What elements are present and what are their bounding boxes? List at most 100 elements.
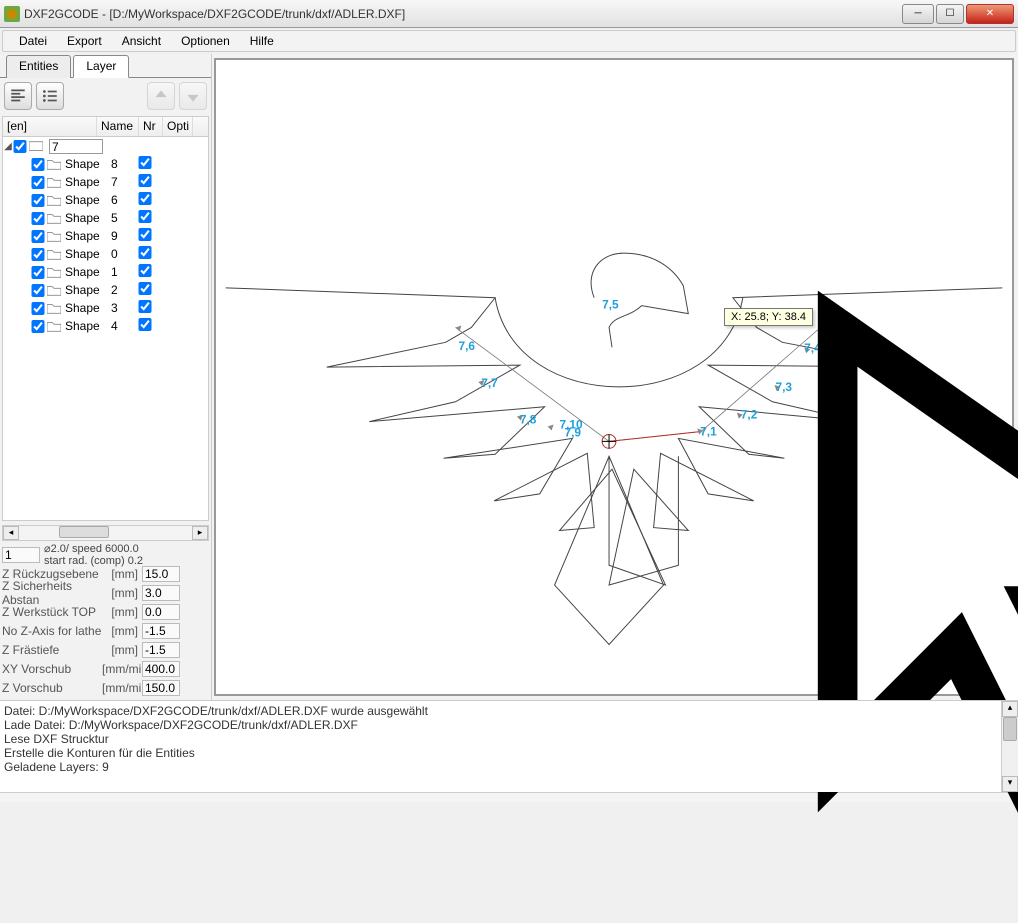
tree-shape-row[interactable]: Shape3 — [3, 299, 208, 317]
svg-text:7,7: 7,7 — [481, 376, 498, 390]
menu-ansicht[interactable]: Ansicht — [112, 32, 171, 50]
menu-datei[interactable]: Datei — [9, 32, 57, 50]
shape-opt-checkbox[interactable] — [138, 210, 152, 223]
folder-icon — [45, 248, 63, 260]
scroll-left-icon[interactable]: ◂ — [3, 526, 19, 540]
svg-text:7,1: 7,1 — [700, 424, 717, 438]
shape-tree[interactable]: [en] Name Nr Opti ◢ 7 Shape8Shape7Shape6… — [2, 116, 209, 521]
tree-horizontal-scrollbar[interactable]: ◂ ▸ — [2, 525, 209, 541]
scroll-right-icon[interactable]: ▸ — [192, 526, 208, 540]
shape-name: Shape — [63, 157, 109, 171]
window-title: DXF2GCODE - [D:/MyWorkspace/DXF2GCODE/tr… — [24, 7, 902, 21]
folder-icon — [45, 284, 63, 296]
scroll-up-icon[interactable]: ▴ — [1002, 701, 1018, 717]
tab-layer[interactable]: Layer — [73, 55, 129, 78]
no-lathe-input[interactable] — [142, 623, 180, 639]
move-up-icon[interactable] — [147, 82, 175, 110]
tree-header-name[interactable]: Name — [97, 117, 139, 136]
shape-name: Shape — [63, 247, 109, 261]
param-label: XY Vorschub — [2, 662, 102, 676]
log-vertical-scrollbar[interactable]: ▴ ▾ — [1001, 701, 1018, 792]
folder-icon — [45, 158, 63, 170]
bullet-list-icon[interactable] — [36, 82, 64, 110]
z-retract-input[interactable] — [142, 566, 180, 582]
shape-enable-checkbox[interactable] — [31, 302, 45, 315]
tree-shape-row[interactable]: Shape0 — [3, 245, 208, 263]
drawing-canvas[interactable]: 7,5 7,6 7,7 7,8 7,10 7,9 7,1 7,2 7,3 7,4… — [214, 58, 1014, 696]
menu-optionen[interactable]: Optionen — [171, 32, 240, 50]
svg-text:7,9: 7,9 — [564, 425, 581, 439]
tree-shape-row[interactable]: Shape4 — [3, 317, 208, 335]
folder-icon — [45, 176, 63, 188]
scroll-thumb[interactable] — [1003, 717, 1017, 741]
shape-enable-checkbox[interactable] — [31, 320, 45, 333]
shape-name: Shape — [63, 175, 109, 189]
shape-opt-checkbox[interactable] — [138, 228, 152, 241]
align-left-icon[interactable] — [4, 82, 32, 110]
log-text: Datei: D:/MyWorkspace/DXF2GCODE/trunk/dx… — [0, 701, 1018, 779]
scroll-down-icon[interactable]: ▾ — [1002, 776, 1018, 792]
shape-nr: 1 — [109, 265, 135, 279]
shape-opt-checkbox[interactable] — [138, 300, 152, 313]
tree-header-en[interactable]: [en] — [3, 117, 97, 136]
shape-opt-checkbox[interactable] — [138, 264, 152, 277]
shape-name: Shape — [63, 193, 109, 207]
tree-header-nr[interactable]: Nr — [139, 117, 163, 136]
shape-enable-checkbox[interactable] — [31, 158, 45, 171]
menu-export[interactable]: Export — [57, 32, 112, 50]
tree-shape-row[interactable]: Shape5 — [3, 209, 208, 227]
xy-feed-input[interactable] — [142, 661, 180, 677]
tree-root-row[interactable]: ◢ 7 — [3, 137, 208, 155]
menu-hilfe[interactable]: Hilfe — [240, 32, 284, 50]
tree-shape-row[interactable]: Shape2 — [3, 281, 208, 299]
shape-nr: 2 — [109, 283, 135, 297]
expand-icon[interactable]: ◢ — [3, 141, 13, 152]
close-button[interactable]: ✕ — [966, 4, 1014, 24]
shape-enable-checkbox[interactable] — [31, 230, 45, 243]
shape-opt-checkbox[interactable] — [138, 174, 152, 187]
shape-opt-checkbox[interactable] — [138, 282, 152, 295]
param-label: Z Sicherheits Abstan — [2, 579, 102, 607]
cursor-icon — [717, 289, 1018, 923]
folder-icon — [45, 212, 63, 224]
shape-opt-checkbox[interactable] — [138, 192, 152, 205]
folder-icon — [45, 266, 63, 278]
shape-nr: 5 — [109, 211, 135, 225]
tree-shape-row[interactable]: Shape6 — [3, 191, 208, 209]
pass-selector[interactable] — [2, 547, 40, 563]
move-down-icon[interactable] — [179, 82, 207, 110]
tab-entities[interactable]: Entities — [6, 55, 71, 78]
maximize-button[interactable]: ☐ — [936, 4, 964, 24]
shape-opt-checkbox[interactable] — [138, 246, 152, 259]
pass-info-2: start rad. (comp) 0.2 — [44, 555, 209, 567]
shape-name: Shape — [63, 211, 109, 225]
tree-root-value[interactable]: 7 — [49, 139, 103, 154]
shape-enable-checkbox[interactable] — [31, 176, 45, 189]
tree-root-checkbox[interactable] — [13, 140, 27, 153]
z-top-input[interactable] — [142, 604, 180, 620]
shape-enable-checkbox[interactable] — [31, 266, 45, 279]
shape-opt-checkbox[interactable] — [138, 318, 152, 331]
z-feed-input[interactable] — [142, 680, 180, 696]
shape-enable-checkbox[interactable] — [31, 194, 45, 207]
folder-icon — [45, 302, 63, 314]
shape-opt-checkbox[interactable] — [138, 156, 152, 169]
z-safety-input[interactable] — [142, 585, 180, 601]
log-panel: Datei: D:/MyWorkspace/DXF2GCODE/trunk/dx… — [0, 700, 1018, 792]
shape-enable-checkbox[interactable] — [31, 284, 45, 297]
shape-enable-checkbox[interactable] — [31, 248, 45, 261]
window-titlebar: DXF2GCODE - [D:/MyWorkspace/DXF2GCODE/tr… — [0, 0, 1018, 28]
tree-header-opt[interactable]: Opti — [163, 117, 193, 136]
tree-shape-row[interactable]: Shape9 — [3, 227, 208, 245]
shape-enable-checkbox[interactable] — [31, 212, 45, 225]
tree-shape-row[interactable]: Shape7 — [3, 173, 208, 191]
tree-shape-row[interactable]: Shape8 — [3, 155, 208, 173]
folder-icon — [45, 230, 63, 242]
tree-shape-row[interactable]: Shape1 — [3, 263, 208, 281]
param-label: Z Vorschub — [2, 681, 102, 695]
minimize-button[interactable]: ─ — [902, 4, 934, 24]
app-icon — [4, 6, 20, 22]
scroll-thumb[interactable] — [59, 526, 109, 538]
z-depth-input[interactable] — [142, 642, 180, 658]
folder-icon — [45, 320, 63, 332]
